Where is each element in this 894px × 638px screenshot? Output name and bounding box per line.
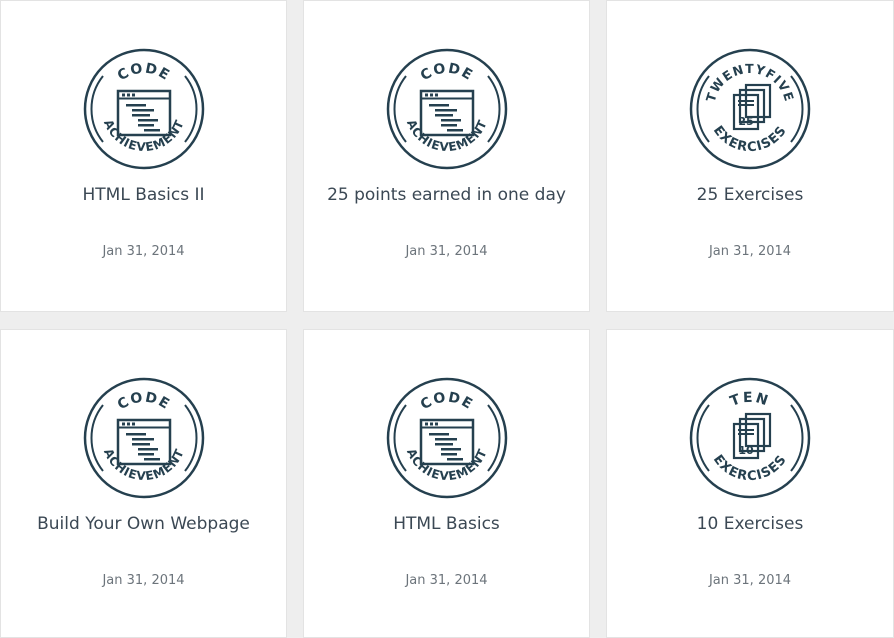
exercises-badge: TWENTYFIVE EXERCISES 25 — [688, 47, 812, 171]
badge-top-text: CODE — [417, 390, 474, 414]
achievement-date: Jan 31, 2014 — [708, 244, 792, 259]
achievement-date: Jan 31, 2014 — [102, 244, 185, 259]
code-window-icon: CODE ACHIEVEMENT — [83, 48, 204, 170]
achievement-title: Build Your Own Webpage — [37, 514, 250, 534]
badge-top-text: CODE — [417, 61, 474, 85]
svg-text:CODE: CODE — [417, 61, 475, 85]
achievement-title: 10 Exercises — [696, 514, 804, 534]
badge-number: 25 — [738, 115, 753, 128]
svg-text:CODE: CODE — [114, 61, 172, 85]
badge-top-text: TEN — [728, 390, 770, 410]
achievement-title: HTML Basics — [393, 514, 500, 534]
achievement-card[interactable]: CODE ACHIEVEMENT Build Your Own Webpage … — [0, 329, 287, 638]
code-achievement-badge: CODE ACHIEVEMENT — [385, 376, 509, 500]
svg-text:TEN: TEN — [728, 390, 772, 410]
svg-text:CODE: CODE — [114, 390, 172, 414]
badge-top-text: CODE — [114, 61, 171, 85]
code-achievement-badge: CODE ACHIEVEMENT — [385, 47, 509, 171]
badge-top-text: TWENTYFIVE — [703, 61, 796, 104]
stacked-pages-icon: TWENTYFIVE EXERCISES 25 — [689, 48, 811, 170]
achievement-date: Jan 31, 2014 — [405, 573, 488, 588]
code-window-icon: CODE ACHIEVEMENT — [386, 377, 507, 499]
achievement-title: HTML Basics II — [82, 185, 205, 205]
badge-top-text: CODE — [114, 390, 171, 414]
achievement-title: 25 points earned in one day — [327, 185, 566, 205]
achievement-title: 25 Exercises — [696, 185, 804, 205]
achievement-card[interactable]: CODE ACHIEVEMENT HTML Basics II Jan 31, … — [0, 0, 287, 312]
achievements-grid: CODE ACHIEVEMENT HTML Basics II Jan 31, … — [0, 0, 894, 638]
achievement-card[interactable]: CODE ACHIEVEMENT 25 points earned in one… — [303, 0, 590, 312]
achievement-card[interactable]: TEN EXERCISES 10 10 Exercises Jan 31, 20… — [606, 329, 894, 638]
achievement-card[interactable]: CODE ACHIEVEMENT HTML Basics Jan 31, 201… — [303, 329, 590, 638]
exercises-badge: TEN EXERCISES 10 — [688, 376, 812, 500]
achievement-date: Jan 31, 2014 — [102, 573, 185, 588]
achievement-date: Jan 31, 2014 — [708, 573, 792, 588]
achievement-card[interactable]: TWENTYFIVE EXERCISES 25 25 Exercises Jan… — [606, 0, 894, 312]
code-window-icon: CODE ACHIEVEMENT — [83, 377, 204, 499]
code-achievement-badge: CODE ACHIEVEMENT — [82, 47, 206, 171]
code-window-icon: CODE ACHIEVEMENT — [386, 48, 507, 170]
achievement-date: Jan 31, 2014 — [405, 244, 488, 259]
code-achievement-badge: CODE ACHIEVEMENT — [82, 376, 206, 500]
badge-number: 10 — [738, 444, 754, 457]
stacked-pages-icon: TEN EXERCISES 10 — [689, 377, 811, 499]
svg-text:CODE: CODE — [417, 390, 475, 414]
svg-text:TWENTYFIVE: TWENTYFIVE — [703, 61, 797, 104]
